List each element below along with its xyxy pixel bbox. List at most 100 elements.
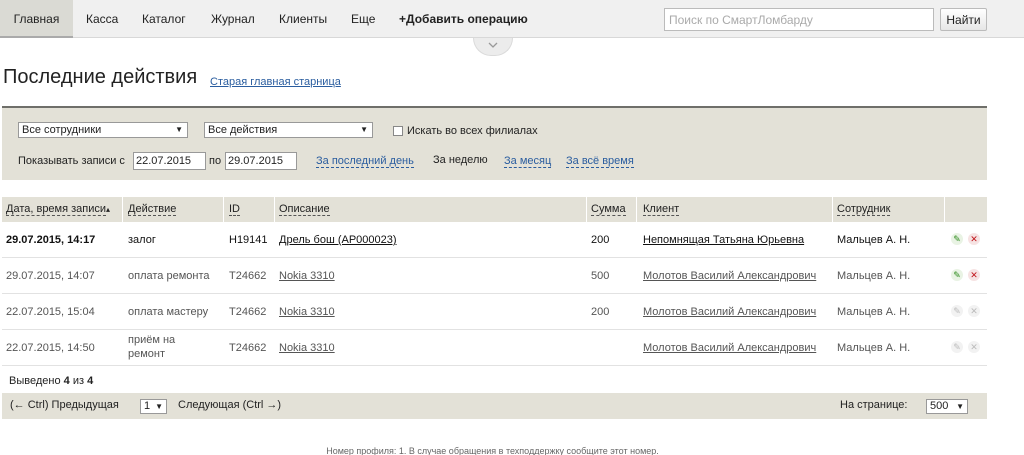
cell-description-link[interactable]: Nokia 3310: [279, 306, 335, 318]
actions-select-value: Все действия: [208, 124, 278, 136]
delete-cross-icon[interactable]: ✕: [968, 305, 980, 317]
cell-date: 29.07.2015, 14:07: [6, 270, 95, 282]
header-employee-label: Сотрудник: [837, 203, 891, 216]
column-separator: [274, 197, 275, 222]
nav-toggle[interactable]: [473, 38, 513, 56]
next-page-link[interactable]: Следующая (Ctrl →): [178, 399, 281, 411]
nav-item-main[interactable]: Главная: [0, 0, 73, 38]
table-header: Дата, время записи▴ Действие ID Описание…: [2, 197, 987, 222]
summary-prefix: Выведено: [9, 375, 61, 387]
profile-note: Номер профиля: 1. В случае обращения в т…: [326, 446, 659, 455]
nav-item-label: Журнал: [211, 12, 255, 26]
nav-item-label: Касса: [86, 12, 119, 26]
top-navigation: Главная Касса Каталог Журнал Клиенты Еще…: [0, 0, 1024, 38]
cell-action: оплата ремонта: [128, 270, 210, 282]
employees-select-value: Все сотрудники: [22, 124, 102, 136]
edit-pencil-icon[interactable]: ✎: [951, 341, 963, 353]
cell-sum: 500: [591, 270, 610, 282]
period-month-link[interactable]: За месяц: [504, 155, 552, 168]
nav-item-label: Клиенты: [279, 12, 328, 26]
summary-total: 4: [87, 375, 94, 387]
old-main-page-link[interactable]: Старая главная старница: [210, 76, 341, 88]
header-sum[interactable]: Сумма: [591, 197, 626, 222]
add-operation-label: +Добавить операцию: [399, 12, 528, 26]
header-action-label: Действие: [128, 203, 177, 216]
header-sum-label: Сумма: [591, 203, 626, 216]
cell-action: оплата мастеру: [128, 306, 209, 318]
cell-client-link[interactable]: Непомнящая Татьяна Юрьевна: [643, 234, 804, 246]
edit-pencil-icon[interactable]: ✎: [951, 269, 963, 281]
nav-item-more[interactable]: Еще: [351, 0, 375, 38]
table-row: 22.07.2015, 15:04 оплата мастеру Т24662 …: [2, 294, 987, 330]
nav-item-catalog[interactable]: Каталог: [142, 0, 186, 38]
column-separator: [223, 197, 224, 222]
header-client[interactable]: Клиент: [643, 197, 680, 222]
all-branches-checkbox[interactable]: [393, 126, 403, 136]
header-employee[interactable]: Сотрудник: [837, 197, 891, 222]
cell-sum: 200: [591, 306, 610, 318]
nav-item-label: Главная: [13, 12, 60, 26]
add-operation-button[interactable]: +Добавить операцию: [399, 0, 528, 38]
table-row: 29.07.2015, 14:17 залог Н19141 Дрель бош…: [2, 222, 987, 258]
period-last-day-link[interactable]: За последний день: [316, 155, 414, 168]
cell-date: 22.07.2015, 14:50: [6, 342, 95, 354]
cell-description-link[interactable]: Nokia 3310: [279, 342, 335, 354]
filter-panel: Все сотрудники ▼ Все действия ▼ Искать в…: [2, 106, 987, 180]
delete-cross-icon[interactable]: ✕: [968, 341, 980, 353]
cell-description-link[interactable]: Дрель бош (АР000023): [279, 234, 397, 246]
search-button[interactable]: Найти: [940, 8, 987, 31]
period-all-time-link[interactable]: За всё время: [566, 155, 634, 168]
cell-date: 29.07.2015, 14:17: [6, 234, 96, 246]
header-action[interactable]: Действие: [128, 197, 177, 222]
cell-client-link[interactable]: Молотов Василий Александрович: [643, 270, 816, 282]
column-separator: [832, 197, 833, 222]
table-row: 29.07.2015, 14:07 оплата ремонта Т24662 …: [2, 258, 987, 294]
column-separator: [944, 197, 945, 222]
cell-client-link[interactable]: Молотов Василий Александрович: [643, 342, 816, 354]
period-week[interactable]: За неделю: [433, 154, 488, 166]
date-to-field[interactable]: 29.07.2015: [225, 152, 297, 170]
per-page-select[interactable]: 500 ▼: [926, 399, 968, 414]
column-separator: [122, 197, 123, 222]
employees-select[interactable]: Все сотрудники ▼: [18, 122, 188, 138]
edit-pencil-icon[interactable]: ✎: [951, 233, 963, 245]
nav-item-journal[interactable]: Журнал: [211, 0, 255, 38]
nav-item-clients[interactable]: Клиенты: [279, 0, 327, 38]
cell-id: Т24662: [229, 306, 267, 318]
pager: (← Ctrl) Предыдущая 1 ▼ Следующая (Ctrl …: [2, 393, 987, 419]
nav-item-cash[interactable]: Касса: [86, 0, 118, 38]
edit-pencil-icon[interactable]: ✎: [951, 305, 963, 317]
delete-cross-icon[interactable]: ✕: [968, 269, 980, 281]
column-separator: [586, 197, 587, 222]
page-select[interactable]: 1 ▼: [140, 399, 167, 414]
cell-description-link[interactable]: Nokia 3310: [279, 270, 335, 282]
column-separator: [636, 197, 637, 222]
cell-date: 22.07.2015, 15:04: [6, 306, 95, 318]
cell-sum: 200: [591, 234, 610, 246]
header-id[interactable]: ID: [229, 197, 240, 222]
delete-cross-icon[interactable]: ✕: [968, 233, 980, 245]
cell-id: Н19141: [229, 234, 268, 246]
cell-employee: Мальцев А. Н.: [837, 270, 911, 282]
cell-client-link[interactable]: Молотов Василий Александрович: [643, 306, 816, 318]
header-client-label: Клиент: [643, 203, 680, 216]
header-date[interactable]: Дата, время записи▴: [6, 197, 110, 222]
per-page-value: 500: [930, 400, 949, 412]
cell-employee: Мальцев А. Н.: [837, 342, 911, 354]
prev-page-link[interactable]: (← Ctrl) Предыдущая: [10, 399, 119, 411]
actions-select[interactable]: Все действия ▼: [204, 122, 373, 138]
search-input[interactable]: [664, 8, 934, 31]
header-description[interactable]: Описание: [279, 197, 330, 222]
date-from-field[interactable]: 22.07.2015: [133, 152, 206, 170]
cell-action-line1: приём на: [128, 334, 176, 346]
cell-action: залог: [128, 234, 156, 246]
page-select-value: 1: [144, 400, 151, 412]
nav-item-label: Каталог: [142, 12, 186, 26]
chevron-down-icon: [488, 42, 498, 48]
dropdown-arrow-icon: ▼: [956, 402, 964, 411]
records-summary: Выведено 4 из 4: [9, 375, 93, 387]
header-date-label: Дата, время записи: [6, 203, 107, 216]
per-page-label: На странице:: [840, 399, 908, 411]
dropdown-arrow-icon: ▼: [155, 402, 163, 411]
cell-id: Т24662: [229, 342, 267, 354]
